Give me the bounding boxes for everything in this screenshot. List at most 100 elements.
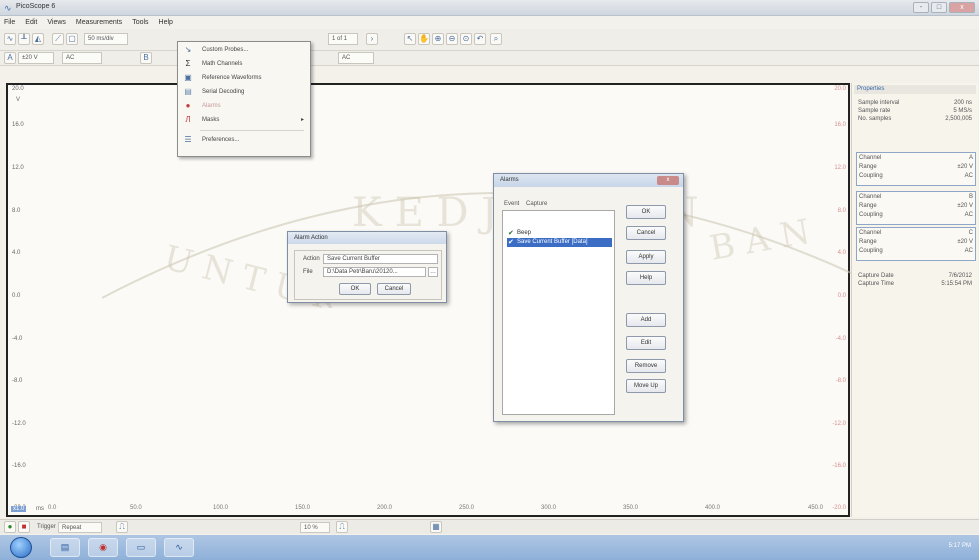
- picoscope-taskbar-icon[interactable]: ∿: [164, 538, 194, 557]
- property-label: Sample interval: [858, 100, 900, 106]
- channel-a-icon[interactable]: A: [4, 52, 16, 64]
- property-row: Coupling AC: [859, 248, 973, 254]
- alarm-action-title: Alarm Action: [288, 232, 446, 244]
- y-tick-label-right: 8.0: [837, 208, 846, 214]
- y-tick-label-right: 20.0: [834, 86, 846, 92]
- menu-measurements[interactable]: Measurements: [76, 19, 122, 26]
- y-tick-label: -8.0: [12, 378, 23, 384]
- scope-mode-icon[interactable]: ∿: [4, 33, 16, 45]
- menu-views[interactable]: Views: [47, 19, 66, 26]
- window-controls: - □ x: [913, 2, 975, 13]
- edit-button[interactable]: Edit: [626, 336, 666, 350]
- timebase-select[interactable]: 50 ms/div: [84, 33, 128, 45]
- pointer-tool-icon[interactable]: ↖: [404, 33, 416, 45]
- maximize-button[interactable]: □: [931, 2, 947, 13]
- menu-edit[interactable]: Edit: [25, 19, 37, 26]
- zoom-reset-icon[interactable]: ⌕: [490, 33, 502, 45]
- zoom-field[interactable]: 10 %: [300, 522, 330, 533]
- tab-event[interactable]: Event: [504, 201, 519, 207]
- tools-menu: ↘ Custom Probes... Σ Math Channels ▣ Ref…: [177, 41, 311, 157]
- alarms-dialog: Alarms x Event Capture ✔ Beep ✔ Save Cur…: [493, 173, 684, 422]
- alarm-action-ok-button[interactable]: OK: [339, 283, 371, 295]
- channel-b-coupling-select[interactable]: AC: [338, 52, 374, 64]
- trigger-mode-select[interactable]: Repeat: [58, 522, 102, 533]
- ruler-icon[interactable]: ▦: [430, 521, 442, 533]
- copy-icon[interactable]: ▢: [66, 33, 78, 45]
- trigger-edge-icon[interactable]: ⎍: [116, 521, 128, 533]
- zoom-in-icon[interactable]: ⊕: [432, 33, 444, 45]
- menu-item-math-channels[interactable]: Σ Math Channels: [178, 58, 310, 70]
- probe-tool-icon[interactable]: ⟋: [52, 33, 64, 45]
- alarm-icon: ●: [185, 101, 191, 110]
- action-select[interactable]: Save Current Buffer: [323, 254, 438, 264]
- capture-count: 1 of 1: [328, 33, 358, 45]
- add-button[interactable]: Add: [626, 313, 666, 327]
- check-icon[interactable]: ✔: [508, 229, 514, 238]
- reference-icon: ▣: [184, 73, 192, 82]
- persistence-mode-icon[interactable]: ◭: [32, 33, 44, 45]
- minimize-button[interactable]: -: [913, 2, 929, 13]
- clock[interactable]: 5:17 PM: [949, 543, 971, 549]
- channel-b-properties[interactable]: Channel B Range ±20 V Coupling AC: [856, 191, 976, 225]
- property-label: Sample rate: [858, 108, 891, 114]
- start-button[interactable]: [10, 537, 32, 558]
- left-y-axis: 20.0 16.0 12.0 8.0 4.0 0.0 -4.0 -8.0 -12…: [10, 85, 50, 515]
- y-tick-label-right: 4.0: [837, 250, 846, 256]
- zoom-fit-icon[interactable]: ⊙: [460, 33, 472, 45]
- y-tick-label: 20.0: [12, 86, 24, 92]
- channel-b-icon[interactable]: B: [140, 52, 152, 64]
- ok-button[interactable]: OK: [626, 205, 666, 219]
- menu-help[interactable]: Help: [159, 19, 173, 26]
- x-tick-label: 0.0: [48, 505, 57, 511]
- apply-button[interactable]: Apply: [626, 250, 666, 264]
- y-tick-label-right: 12.0: [834, 165, 846, 171]
- menu-item-alarms[interactable]: ● Alarms: [178, 100, 310, 112]
- channel-a-range-select[interactable]: ±20 V: [18, 52, 54, 64]
- y-tick-label: 4.0: [12, 250, 21, 256]
- close-button[interactable]: x: [949, 2, 975, 13]
- file-path-field[interactable]: D:\Data Petr\Baru\20120...: [323, 267, 426, 277]
- menu-item-masks[interactable]: Л Masks ▸: [178, 114, 310, 126]
- stop-icon[interactable]: ■: [18, 521, 30, 533]
- menu-item-reference-waveforms[interactable]: ▣ Reference Waveforms: [178, 72, 310, 84]
- property-row: Coupling AC: [859, 212, 973, 218]
- y-tick-label-right: -4.0: [835, 336, 846, 342]
- menu-item-preferences[interactable]: ☰ Preferences...: [178, 134, 310, 146]
- media-taskbar-icon[interactable]: ◉: [88, 538, 118, 557]
- main-toolbar: ∿ ╨ ◭ ⟋ ▢ 50 ms/div 1 of 1 › ↖ ✋ ⊕ ⊖ ⊙ ↶…: [0, 29, 979, 51]
- list-item[interactable]: ✔ Beep: [507, 229, 531, 238]
- explorer-taskbar-icon[interactable]: ▤: [50, 538, 80, 557]
- property-value: 5 MS/s: [953, 108, 972, 114]
- folder-taskbar-icon[interactable]: ▭: [126, 538, 156, 557]
- move-up-button[interactable]: Move Up: [626, 379, 666, 393]
- property-row: Range ±20 V: [859, 239, 973, 245]
- next-capture-icon[interactable]: ›: [366, 33, 378, 45]
- tab-capture[interactable]: Capture: [526, 201, 547, 207]
- taskbar: ▤ ◉ ▭ ∿ 5:17 PM: [0, 535, 979, 560]
- hand-tool-icon[interactable]: ✋: [418, 33, 430, 45]
- zoom-out-icon[interactable]: ⊖: [446, 33, 458, 45]
- channel-a-coupling-select[interactable]: AC: [62, 52, 102, 64]
- check-icon[interactable]: ✔: [508, 238, 514, 247]
- property-row: Channel B: [859, 194, 973, 200]
- channel-c-properties[interactable]: Channel C Range ±20 V Coupling AC: [856, 227, 976, 261]
- menu-item-custom-probes[interactable]: ↘ Custom Probes...: [178, 44, 310, 56]
- measurement-icon[interactable]: ⎍: [336, 521, 348, 533]
- channel-a-properties[interactable]: Channel A Range ±20 V Coupling AC: [856, 152, 976, 186]
- menu-file[interactable]: File: [4, 19, 15, 26]
- alarm-list[interactable]: ✔ Beep ✔ Save Current Buffer [Data]: [502, 210, 615, 415]
- list-item[interactable]: ✔ Save Current Buffer [Data]: [507, 238, 612, 247]
- spectrum-mode-icon[interactable]: ╨: [18, 33, 30, 45]
- alarms-close-button[interactable]: x: [657, 176, 679, 185]
- help-button[interactable]: Help: [626, 271, 666, 285]
- remove-button[interactable]: Remove: [626, 359, 666, 373]
- zoom-undo-icon[interactable]: ↶: [474, 33, 486, 45]
- browse-button[interactable]: …: [428, 267, 438, 277]
- sigma-icon: Σ: [185, 59, 191, 68]
- cancel-button[interactable]: Cancel: [626, 226, 666, 240]
- menu-item-serial-decoding[interactable]: ▤ Serial Decoding: [178, 86, 310, 98]
- menu-tools[interactable]: Tools: [132, 19, 148, 26]
- y-tick-label: 8.0: [12, 208, 21, 214]
- run-icon[interactable]: ●: [4, 521, 16, 533]
- alarm-action-cancel-button[interactable]: Cancel: [377, 283, 411, 295]
